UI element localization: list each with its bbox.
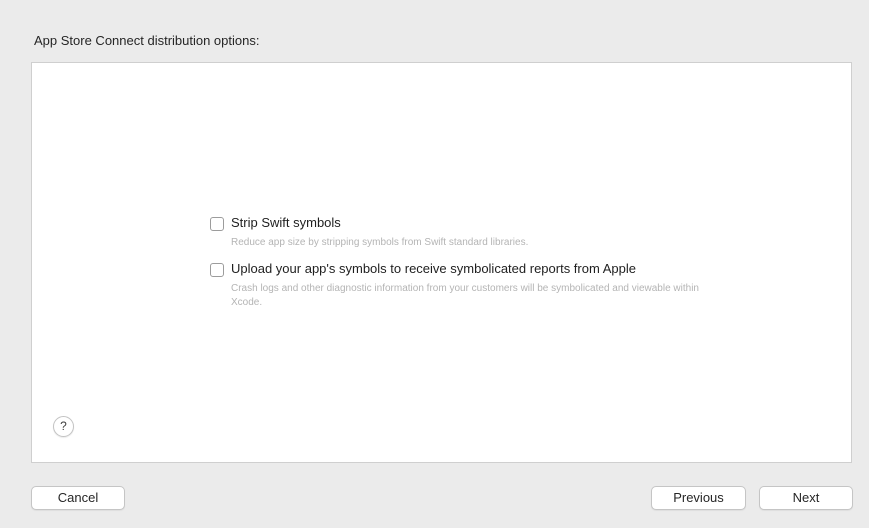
section-title: App Store Connect distribution options: bbox=[34, 33, 260, 48]
options-panel: Strip Swift symbols Reduce app size by s… bbox=[31, 62, 852, 463]
upload-symbols-label[interactable]: Upload your app's symbols to receive sym… bbox=[231, 261, 636, 276]
next-button[interactable]: Next bbox=[759, 486, 853, 510]
upload-symbols-description: Crash logs and other diagnostic informat… bbox=[231, 283, 699, 308]
help-button[interactable]: ? bbox=[53, 416, 74, 437]
strip-swift-symbols-label[interactable]: Strip Swift symbols bbox=[231, 215, 341, 230]
previous-button[interactable]: Previous bbox=[651, 486, 746, 510]
upload-symbols-checkbox[interactable] bbox=[210, 263, 224, 277]
strip-swift-symbols-checkbox[interactable] bbox=[210, 217, 224, 231]
distribution-options-window: App Store Connect distribution options: … bbox=[0, 0, 869, 528]
strip-swift-symbols-description: Reduce app size by stripping symbols fro… bbox=[231, 237, 529, 248]
cancel-button[interactable]: Cancel bbox=[31, 486, 125, 510]
